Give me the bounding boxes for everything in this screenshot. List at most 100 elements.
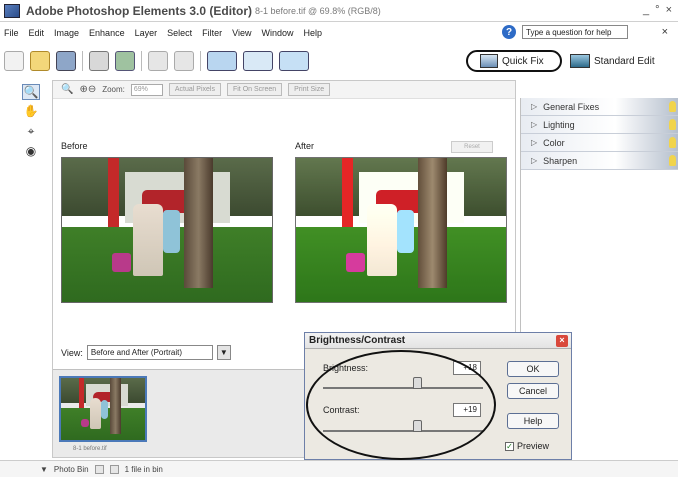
actual-pixels-button[interactable]: Actual Pixels xyxy=(168,83,221,96)
new-file-icon[interactable] xyxy=(4,51,24,71)
menu-window[interactable]: Window xyxy=(261,28,293,38)
zoom-tool-icon[interactable]: 🔍 xyxy=(22,84,40,100)
contrast-slider-thumb[interactable] xyxy=(413,420,422,432)
zoom-value-input[interactable]: 69% xyxy=(130,83,163,96)
menu-view[interactable]: View xyxy=(232,28,251,38)
toolbar-divider xyxy=(82,51,83,71)
previous-photo-icon[interactable] xyxy=(94,464,104,474)
checkmark-icon: ✓ xyxy=(505,441,514,451)
brightness-slider-track[interactable] xyxy=(323,387,483,389)
menu-edit[interactable]: Edit xyxy=(29,28,45,38)
expand-triangle-icon: ▷ xyxy=(531,138,538,147)
palette-item-label: Sharpen xyxy=(543,155,578,166)
menu-help[interactable]: Help xyxy=(303,28,322,38)
view-selector: View: Before and After (Portrait) ▼ xyxy=(61,345,231,360)
print-icon[interactable] xyxy=(89,51,109,71)
close-window-icon[interactable]: × xyxy=(666,4,672,16)
tip-bulb-icon[interactable] xyxy=(669,101,676,112)
help-area: ? Type a question for help xyxy=(502,25,628,39)
quick-fix-icon[interactable] xyxy=(279,51,309,71)
quick-fix-button[interactable]: Quick Fix xyxy=(466,50,562,72)
palette-item-general-fixes[interactable]: ▷ General Fixes xyxy=(521,98,678,116)
bin-thumbnail[interactable] xyxy=(59,376,147,442)
palette-item-label: General Fixes xyxy=(543,101,600,112)
preview-label: Preview xyxy=(517,441,550,451)
menu-file[interactable]: File xyxy=(4,28,19,38)
palette-item-color[interactable]: ▷ Color xyxy=(521,134,678,152)
menu-layer[interactable]: Layer xyxy=(135,28,158,38)
options-bar: 🔍 ⊕⊖ Zoom: 69% Actual Pixels Fit On Scre… xyxy=(53,81,515,99)
brightness-value-input[interactable]: +18 xyxy=(453,361,481,375)
standard-edit-icon xyxy=(570,54,590,68)
hand-tool-icon[interactable]: ✋ xyxy=(22,104,40,120)
menu-image[interactable]: Image xyxy=(54,28,79,38)
chevron-down-icon[interactable]: ▼ xyxy=(216,345,231,360)
tip-bulb-icon[interactable] xyxy=(669,119,676,130)
zoom-label: Zoom: xyxy=(102,85,125,94)
close-document-icon[interactable]: × xyxy=(662,26,668,38)
step-backward-icon[interactable] xyxy=(148,51,168,71)
brightness-slider-thumb[interactable] xyxy=(413,377,422,389)
crop-tool-icon[interactable]: ⌖ xyxy=(22,124,40,140)
file-count: 1 file in bin xyxy=(124,464,163,474)
standard-edit-label: Standard Edit xyxy=(594,55,655,67)
view-dropdown[interactable]: Before and After (Portrait) xyxy=(86,345,213,360)
photo-browser-icon[interactable] xyxy=(207,51,237,71)
menu-filter[interactable]: Filter xyxy=(202,28,222,38)
help-button[interactable]: Help xyxy=(507,413,559,429)
before-image xyxy=(61,157,273,303)
brightness-label: Brightness: xyxy=(323,363,369,373)
reset-button[interactable]: Reset xyxy=(451,141,493,153)
zoom-in-out-icon[interactable]: ⊕⊖ xyxy=(79,84,96,95)
next-photo-icon[interactable] xyxy=(109,464,119,474)
menu-enhance[interactable]: Enhance xyxy=(89,28,125,38)
palette-item-label: Color xyxy=(543,137,565,148)
expand-triangle-icon: ▷ xyxy=(531,120,538,129)
preview-checkbox[interactable]: ✓ Preview xyxy=(505,441,549,451)
window-controls: _ ° × xyxy=(643,4,672,16)
contrast-slider-track[interactable] xyxy=(323,430,483,432)
title-bar: Adobe Photoshop Elements 3.0 (Editor) 8-… xyxy=(0,0,678,22)
print-size-button[interactable]: Print Size xyxy=(288,83,331,96)
menu-select[interactable]: Select xyxy=(167,28,192,38)
window-title: Adobe Photoshop Elements 3.0 (Editor) xyxy=(26,3,253,18)
open-folder-icon[interactable] xyxy=(30,51,50,71)
standard-edit-button[interactable]: Standard Edit xyxy=(570,52,670,70)
bin-filename: 8-1 before.tif xyxy=(73,446,107,452)
after-label: After xyxy=(295,141,315,151)
bin-toggle-icon[interactable]: ▼ xyxy=(40,465,48,474)
palette-item-label: Lighting xyxy=(543,119,575,130)
minimize-icon[interactable]: _ xyxy=(643,4,649,16)
quick-fix-label: Quick Fix xyxy=(502,55,544,67)
photo-bin-label[interactable]: Photo Bin xyxy=(54,465,89,474)
save-icon[interactable] xyxy=(56,51,76,71)
fit-on-screen-button[interactable]: Fit On Screen xyxy=(226,83,283,96)
step-forward-icon[interactable] xyxy=(174,51,194,71)
dialog-title-bar: Brightness/Contrast × xyxy=(305,333,571,349)
palette-item-sharpen[interactable]: ▷ Sharpen xyxy=(521,152,678,170)
tip-bulb-icon[interactable] xyxy=(669,137,676,148)
red-eye-tool-icon[interactable]: ◉ xyxy=(22,144,40,160)
after-image xyxy=(295,157,507,303)
contrast-value-input[interactable]: +19 xyxy=(453,403,481,417)
help-icon[interactable]: ? xyxy=(502,25,516,39)
tip-bulb-icon[interactable] xyxy=(669,155,676,166)
palette-item-lighting[interactable]: ▷ Lighting xyxy=(521,116,678,134)
expand-triangle-icon: ▷ xyxy=(531,156,538,165)
toolbar-divider xyxy=(141,51,142,71)
zoom-tool-icon[interactable]: 🔍 xyxy=(61,84,73,95)
online-services-icon[interactable] xyxy=(115,51,135,71)
document-title: 8-1 before.tif @ 69.8% (RGB/8) xyxy=(255,5,381,16)
brightness-contrast-dialog: Brightness/Contrast × Brightness: +18 Co… xyxy=(304,332,572,460)
view-label: View: xyxy=(61,347,83,358)
cancel-button[interactable]: Cancel xyxy=(507,383,559,399)
date-view-icon[interactable] xyxy=(243,51,273,71)
app-icon xyxy=(4,3,20,18)
toolbar-divider xyxy=(200,51,201,71)
restore-icon[interactable]: ° xyxy=(655,4,659,16)
close-icon[interactable]: × xyxy=(556,335,568,347)
dialog-title: Brightness/Contrast xyxy=(309,335,406,346)
ok-button[interactable]: OK xyxy=(507,361,559,377)
contrast-label: Contrast: xyxy=(323,405,360,415)
help-search-input[interactable]: Type a question for help xyxy=(522,25,628,39)
